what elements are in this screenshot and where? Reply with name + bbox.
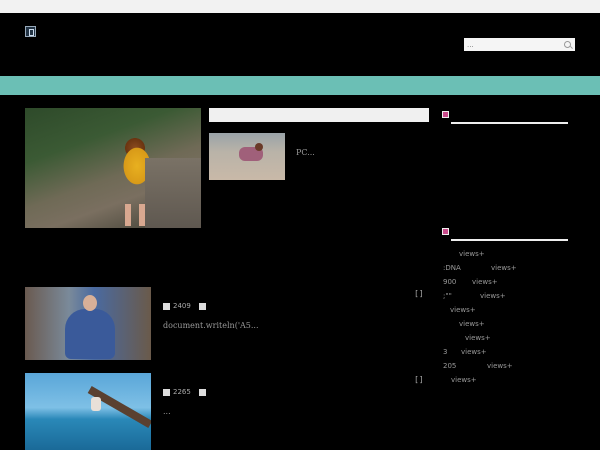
item-prefix: :DNA xyxy=(443,264,461,272)
nav-bar[interactable] xyxy=(0,76,600,95)
list-item[interactable]: views+ xyxy=(451,376,477,384)
views-icon xyxy=(163,388,170,396)
figure-dress xyxy=(65,309,115,359)
item-views: views+ xyxy=(451,376,477,384)
views-icon xyxy=(163,302,170,310)
figure-leg xyxy=(125,204,131,226)
list-item[interactable]: 205 views+ xyxy=(443,362,513,370)
list-item[interactable]: :DNA views+ xyxy=(443,264,517,272)
item-prefix: 205 xyxy=(443,362,457,370)
item-views: views+ xyxy=(480,292,506,300)
item-views: views+ xyxy=(461,348,487,356)
item-views: views+ xyxy=(465,334,491,342)
item-views: views+ xyxy=(450,306,476,314)
post-bracket: [] xyxy=(414,289,424,298)
post-thumbnail[interactable] xyxy=(25,373,151,450)
widget-icon xyxy=(442,111,449,118)
site-header xyxy=(0,13,600,75)
search-input[interactable] xyxy=(467,38,557,51)
comment-icon xyxy=(198,388,206,396)
widget-icon xyxy=(442,228,449,235)
search-icon[interactable] xyxy=(564,41,571,48)
post-meta: 2265 xyxy=(163,388,206,396)
beach-thumbnail[interactable] xyxy=(209,133,285,180)
widget-title-bar xyxy=(451,122,568,124)
item-views: views+ xyxy=(487,362,513,370)
item-prefix: ;"" xyxy=(443,292,452,300)
list-item[interactable]: views+ xyxy=(450,306,476,314)
featured-image[interactable] xyxy=(25,108,201,228)
post-views: 2409 xyxy=(173,302,191,310)
featured-snippet[interactable]: PC... xyxy=(296,148,315,157)
list-item[interactable]: views+ xyxy=(459,320,485,328)
post-meta: 2409 xyxy=(163,302,206,310)
widget-title-bar xyxy=(451,239,568,241)
figure-head xyxy=(255,143,263,151)
item-views: views+ xyxy=(491,264,517,272)
post-snippet[interactable]: ... xyxy=(163,407,171,416)
list-item[interactable]: views+ xyxy=(465,334,491,342)
logo-icon[interactable] xyxy=(25,26,36,37)
top-strip xyxy=(0,0,600,13)
post-bracket: [] xyxy=(414,375,424,384)
list-item[interactable]: views+ xyxy=(443,250,485,258)
post-title-bar[interactable] xyxy=(209,108,429,122)
figure-person xyxy=(91,397,101,411)
post-thumbnail[interactable] xyxy=(25,287,151,360)
figure-leg xyxy=(139,204,145,226)
item-views: views+ xyxy=(472,278,498,286)
post-views: 2265 xyxy=(173,388,191,396)
list-item[interactable]: 3 views+ xyxy=(443,348,487,356)
figure-face xyxy=(83,295,97,311)
post-snippet[interactable]: document.writeln('A5... xyxy=(163,321,259,330)
stone-wall xyxy=(145,158,201,228)
item-views: views+ xyxy=(459,250,485,258)
item-views: views+ xyxy=(459,320,485,328)
list-item[interactable]: ;"" views+ xyxy=(443,292,506,300)
item-prefix: 3 xyxy=(443,348,448,356)
item-prefix: 900 xyxy=(443,278,457,286)
search-box[interactable] xyxy=(464,38,575,51)
list-item[interactable]: 900 views+ xyxy=(443,278,498,286)
comment-icon xyxy=(198,302,206,310)
